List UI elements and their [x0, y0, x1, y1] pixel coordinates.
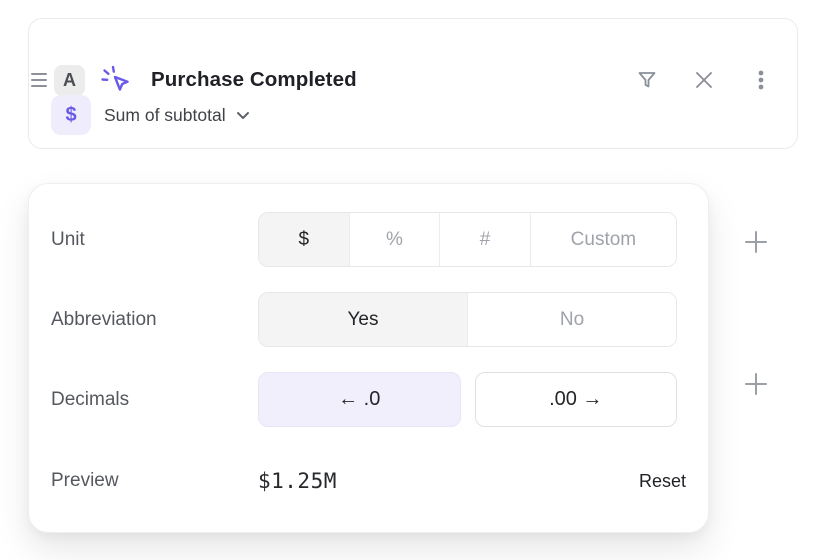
filter-icon[interactable] [635, 68, 659, 92]
decimals-label: Decimals [51, 389, 258, 411]
close-icon[interactable] [692, 68, 716, 92]
event-order-badge: A [54, 65, 85, 96]
add-filter-button[interactable] [742, 370, 770, 398]
cursor-click-icon [100, 63, 134, 97]
increase-decimals-button[interactable]: .00 → [475, 372, 678, 427]
abbreviation-row: Abbreviation Yes No [51, 292, 677, 347]
abbreviation-segmented-control: Yes No [258, 292, 677, 347]
decimals-buttons: ← .0 .00 → [258, 372, 677, 427]
number-format-panel: Unit $ % # Custom Abbreviation Yes No De… [28, 183, 709, 533]
decimals-row: Decimals ← .0 .00 → [51, 372, 677, 427]
unit-label: Unit [51, 229, 258, 251]
plus-icon [744, 230, 768, 254]
abbreviation-option-no[interactable]: No [467, 293, 676, 346]
kebab-menu-icon[interactable] [749, 68, 773, 92]
event-card-header: A Purchase Completed [31, 63, 773, 97]
decrease-decimals-button[interactable]: ← .0 [258, 372, 461, 427]
event-card: A Purchase Completed [28, 18, 798, 149]
preview-row: Preview $1.25M Reset [51, 458, 677, 504]
preview-value: $1.25M [258, 469, 337, 493]
unit-row: Unit $ % # Custom [51, 212, 677, 267]
abbreviation-option-yes[interactable]: Yes [259, 293, 467, 346]
metric-selector[interactable]: $ Sum of subtotal [51, 95, 250, 135]
metric-label: Sum of subtotal [104, 105, 226, 126]
unit-option-percent[interactable]: % [349, 213, 440, 266]
drag-handle-icon[interactable] [31, 73, 47, 87]
plus-icon [744, 372, 768, 396]
event-title[interactable]: Purchase Completed [151, 68, 357, 92]
unit-segmented-control: $ % # Custom [258, 212, 677, 267]
event-card-actions [635, 68, 773, 92]
abbreviation-label: Abbreviation [51, 309, 258, 331]
unit-option-custom[interactable]: Custom [530, 213, 676, 266]
add-event-button[interactable] [742, 228, 770, 256]
unit-option-number[interactable]: # [439, 213, 530, 266]
dollar-icon: $ [51, 95, 91, 135]
chevron-down-icon [236, 111, 250, 120]
reset-button[interactable]: Reset [639, 471, 686, 492]
preview-label: Preview [51, 470, 258, 492]
unit-option-dollar[interactable]: $ [259, 213, 349, 266]
